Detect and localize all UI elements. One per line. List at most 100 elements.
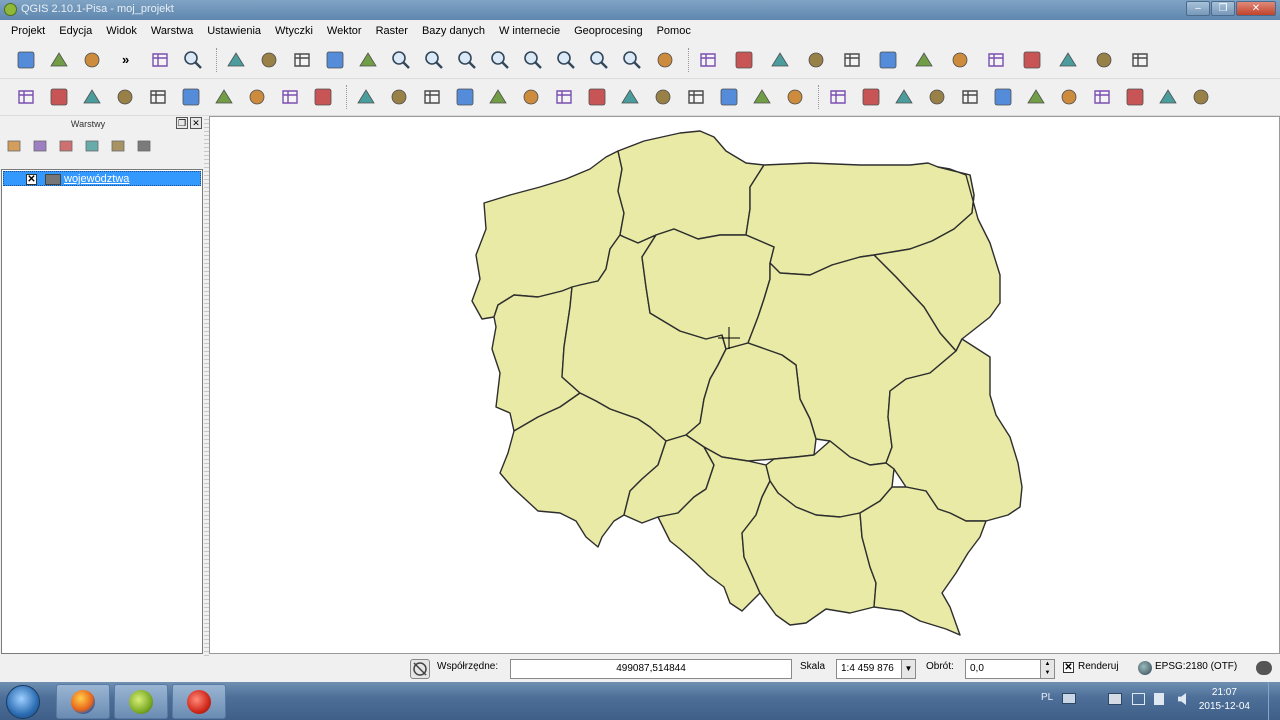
- crs-label[interactable]: EPSG:2180 (OTF): [1155, 661, 1237, 672]
- add-delimited-layer-icon[interactable]: [651, 85, 675, 109]
- node-tool-icon[interactable]: [179, 85, 203, 109]
- select-pan-icon[interactable]: [290, 48, 314, 72]
- zoom-last-icon[interactable]: [587, 48, 611, 72]
- measure-bearing-icon[interactable]: [1123, 85, 1147, 109]
- zoom-out-icon[interactable]: [422, 48, 446, 72]
- crs-globe-icon[interactable]: [1138, 661, 1152, 675]
- layer-tree[interactable]: ✕ województwa: [1, 169, 203, 654]
- pan-to-selected-icon[interactable]: [356, 48, 380, 72]
- rotation-spinbox[interactable]: 0,0 ▲ ▼: [965, 659, 1055, 679]
- menu-w-internecie[interactable]: W internecie: [492, 20, 567, 42]
- add-postgis-layer-icon[interactable]: [420, 85, 444, 109]
- toggle-editing-icon[interactable]: [47, 85, 71, 109]
- menu-ustawienia[interactable]: Ustawienia: [200, 20, 268, 42]
- messages-icon[interactable]: [1256, 661, 1272, 675]
- float-panel-button[interactable]: ❐: [176, 117, 188, 129]
- paste-features-icon[interactable]: [311, 85, 335, 109]
- zoom-in-icon[interactable]: [389, 48, 413, 72]
- save-edits-icon[interactable]: [80, 85, 104, 109]
- spin-up-icon[interactable]: ▲: [1040, 660, 1054, 669]
- deselect-icon[interactable]: [804, 48, 828, 72]
- sum-icon[interactable]: [1189, 85, 1213, 109]
- scale-combobox[interactable]: 1:4 459 876 ▼: [836, 659, 916, 679]
- open-layer-styling-icon[interactable]: [6, 138, 24, 156]
- filter-legend-icon[interactable]: [58, 138, 76, 156]
- map-tips-icon[interactable]: [1020, 48, 1044, 72]
- zoom-full-icon[interactable]: [488, 48, 512, 72]
- pan-icon[interactable]: [323, 48, 347, 72]
- menu-wtyczki[interactable]: Wtyczki: [268, 20, 320, 42]
- show-hide-labels-icon[interactable]: [925, 85, 949, 109]
- new-shapefile-icon[interactable]: [684, 85, 708, 109]
- keyboard-icon[interactable]: [1062, 693, 1076, 704]
- coordinate-toggle-icon[interactable]: [410, 659, 430, 679]
- language-indicator[interactable]: PL: [1041, 692, 1053, 703]
- add-mssql-layer-icon[interactable]: [486, 85, 510, 109]
- create-grid-icon[interactable]: [783, 85, 807, 109]
- coordinate-field[interactable]: 499087,514844: [510, 659, 792, 679]
- zoom-to-selection-icon[interactable]: [521, 48, 545, 72]
- menu-edycja[interactable]: Edycja: [52, 20, 99, 42]
- layer-item-wojewodztwa[interactable]: ✕ województwa: [3, 171, 201, 186]
- volume-icon[interactable]: [1178, 693, 1186, 705]
- system-clock[interactable]: 21:07 2015-12-04: [1199, 686, 1250, 714]
- select-by-value-icon[interactable]: [768, 48, 792, 72]
- zoom-to-layer-icon[interactable]: [554, 48, 578, 72]
- layer-visibility-checkbox[interactable]: ✕: [26, 174, 37, 185]
- attribute-table-icon[interactable]: [876, 48, 900, 72]
- pan-map-icon[interactable]: [224, 48, 248, 72]
- touch-zoom-icon[interactable]: [181, 48, 205, 72]
- expand-all-icon[interactable]: [84, 138, 102, 156]
- pin-labels-icon[interactable]: [892, 85, 916, 109]
- select-features-icon[interactable]: [732, 48, 756, 72]
- remove-layer-icon[interactable]: [136, 138, 154, 156]
- add-spatialite-layer-icon[interactable]: [453, 85, 477, 109]
- collapse-all-icon[interactable]: [110, 138, 128, 156]
- toolbar-overflow-button[interactable]: »: [122, 52, 129, 67]
- taskbar-qgis[interactable]: [114, 684, 168, 719]
- digitizing-icon[interactable]: [1057, 85, 1081, 109]
- field-calculator-icon[interactable]: [912, 48, 936, 72]
- menu-projekt[interactable]: Projekt: [4, 20, 52, 42]
- add-raster-layer-icon[interactable]: [387, 85, 411, 109]
- add-feature-icon[interactable]: [113, 85, 137, 109]
- measure-icon[interactable]: [984, 48, 1008, 72]
- text-annotation-icon[interactable]: [1128, 48, 1152, 72]
- current-edits-icon[interactable]: [14, 85, 38, 109]
- new-bookmark-icon[interactable]: [1056, 48, 1080, 72]
- map-canvas[interactable]: [209, 116, 1280, 654]
- identify-map-icon[interactable]: [257, 48, 281, 72]
- zoom-actual-icon[interactable]: [455, 48, 479, 72]
- add-vector-layer-icon[interactable]: [354, 85, 378, 109]
- action-center-icon[interactable]: [1108, 693, 1122, 705]
- show-bookmarks-icon[interactable]: [1092, 48, 1116, 72]
- new-project-icon[interactable]: [14, 48, 38, 72]
- taskbar-recorder[interactable]: [172, 684, 226, 719]
- start-button[interactable]: [6, 685, 40, 719]
- rotate-point-icon[interactable]: [991, 85, 1015, 109]
- add-oracle-layer-icon[interactable]: [519, 85, 543, 109]
- menu-widok[interactable]: Widok: [99, 20, 144, 42]
- new-temp-layer-icon[interactable]: [750, 85, 774, 109]
- add-wfs-layer-icon[interactable]: [618, 85, 642, 109]
- network-icon[interactable]: [1132, 693, 1145, 705]
- add-wcs-layer-icon[interactable]: [585, 85, 609, 109]
- refresh-icon[interactable]: [653, 48, 677, 72]
- menu-pomoc[interactable]: Pomoc: [650, 20, 698, 42]
- menu-warstwa[interactable]: Warstwa: [144, 20, 200, 42]
- expression-select-icon[interactable]: [840, 48, 864, 72]
- open-project-icon[interactable]: [47, 48, 71, 72]
- delete-selected-icon[interactable]: [212, 85, 236, 109]
- pan-to-selection-icon[interactable]: [148, 48, 172, 72]
- menu-bazy-danych[interactable]: Bazy danych: [415, 20, 492, 42]
- show-desktop-button[interactable]: [1268, 682, 1280, 720]
- menu-geoprocesing[interactable]: Geoprocesing: [567, 20, 650, 42]
- save-project-icon[interactable]: [80, 48, 104, 72]
- chevron-down-icon[interactable]: ▼: [901, 660, 915, 678]
- menu-wektor[interactable]: Wektor: [320, 20, 369, 42]
- zoom-next-icon[interactable]: [620, 48, 644, 72]
- power-icon[interactable]: [1154, 693, 1164, 705]
- menu-raster[interactable]: Raster: [369, 20, 415, 42]
- rubber-band-icon[interactable]: [1156, 85, 1180, 109]
- snap-icon[interactable]: [1090, 85, 1114, 109]
